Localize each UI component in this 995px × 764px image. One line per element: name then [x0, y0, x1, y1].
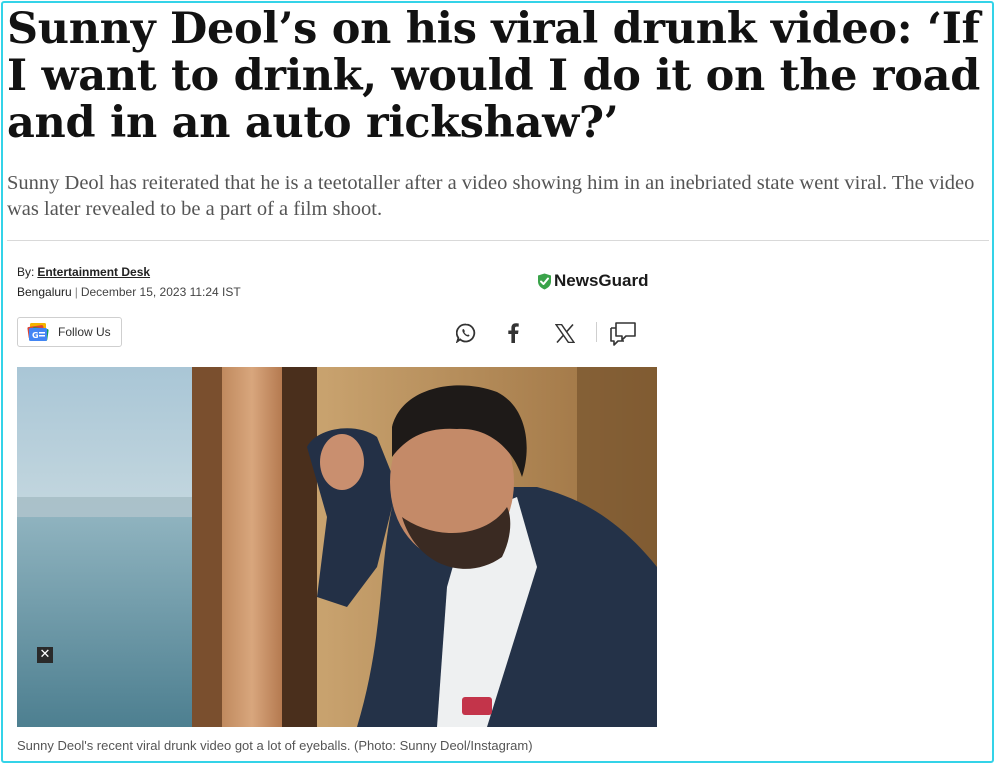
publish-date: December 15, 2023 11:24 IST	[80, 285, 241, 299]
article-headline: Sunny Deol’s on his viral drunk video: ‘…	[7, 4, 980, 148]
location: Bengaluru	[17, 285, 72, 299]
share-divider	[596, 322, 597, 342]
photo-caption: Sunny Deol's recent viral drunk video go…	[17, 738, 533, 753]
byline-prefix: By:	[17, 265, 35, 279]
google-news-icon: G	[27, 323, 49, 341]
newsguard-label: NewsGuard	[554, 271, 649, 290]
close-icon[interactable]: ✕	[37, 647, 53, 663]
author-link[interactable]: Entertainment Desk	[37, 265, 150, 279]
follow-us-button[interactable]: G Follow Us	[17, 317, 122, 347]
svg-text:G: G	[32, 331, 39, 340]
facebook-share-button[interactable]	[503, 320, 523, 346]
whatsapp-icon	[456, 323, 476, 343]
shield-check-icon	[537, 273, 552, 290]
x-share-button[interactable]	[553, 320, 577, 346]
comments-icon	[609, 320, 637, 346]
meta-separator: |	[74, 285, 78, 299]
article-summary: Sunny Deol has reiterated that he is a t…	[7, 172, 975, 220]
x-icon	[555, 323, 575, 343]
comments-button[interactable]	[608, 320, 638, 346]
follow-us-label: Follow Us	[58, 325, 111, 339]
article-meta: Bengaluru | December 15, 2023 11:24 IST	[17, 285, 241, 299]
newsguard-badge[interactable]: NewsGuard	[537, 270, 648, 292]
article-photo	[17, 367, 657, 727]
whatsapp-share-button[interactable]	[453, 320, 479, 346]
divider	[7, 240, 989, 241]
byline: By: Entertainment Desk	[17, 265, 150, 279]
facebook-icon	[507, 323, 519, 343]
